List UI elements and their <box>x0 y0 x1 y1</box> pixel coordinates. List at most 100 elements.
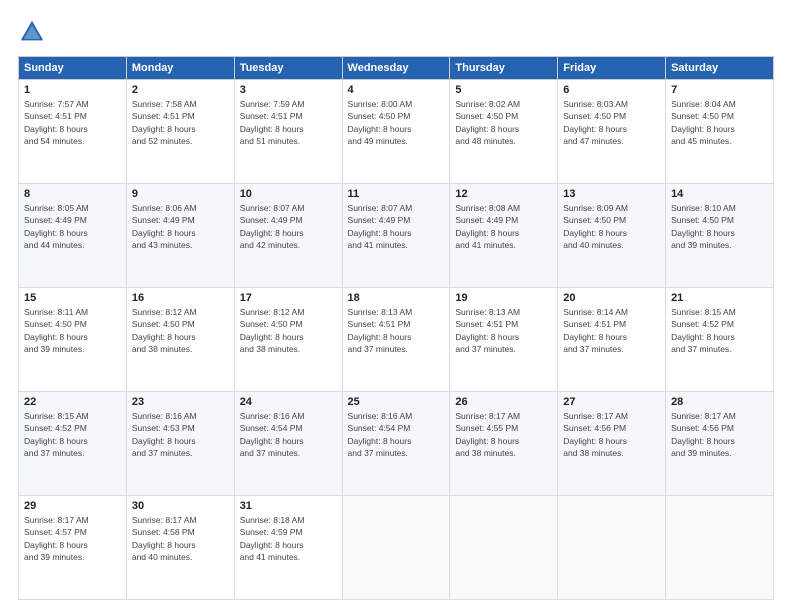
day-cell: 28Sunrise: 8:17 AM Sunset: 4:56 PM Dayli… <box>666 392 774 496</box>
calendar-table: SundayMondayTuesdayWednesdayThursdayFrid… <box>18 56 774 600</box>
day-cell: 6 Sunrise: 8:03 AM Sunset: 4:50 PM Daylig… <box>558 80 666 184</box>
day-info: Sunrise: 8:00 AM Sunset: 4:50 PM Dayligh… <box>348 98 445 147</box>
day-info: Sunrise: 7:59 AM Sunset: 4:51 PM Dayligh… <box>240 98 337 147</box>
day-info: Sunrise: 8:07 AM Sunset: 4:49 PM Dayligh… <box>348 202 445 251</box>
day-number: 16 <box>132 292 229 304</box>
day-cell: 23Sunrise: 8:16 AM Sunset: 4:53 PM Dayli… <box>126 392 234 496</box>
day-cell: 3 Sunrise: 7:59 AM Sunset: 4:51 PM Daylig… <box>234 80 342 184</box>
day-number: 27 <box>563 396 660 408</box>
day-info: Sunrise: 8:05 AM Sunset: 4:49 PM Dayligh… <box>24 202 121 251</box>
day-cell: 22 Sunrise: 8:15 AM Sunset: 4:52 PM Dayli… <box>19 392 127 496</box>
day-cell: 26 Sunrise: 8:17 AM Sunset: 4:55 PM Dayli… <box>450 392 558 496</box>
week-row-3: 15 Sunrise: 8:11 AM Sunset: 4:50 PM Dayli… <box>19 288 774 392</box>
day-info: Sunrise: 8:16 AM Sunset: 4:54 PM Dayligh… <box>240 410 337 459</box>
header-cell-saturday: Saturday <box>666 57 774 80</box>
week-row-4: 22 Sunrise: 8:15 AM Sunset: 4:52 PM Dayli… <box>19 392 774 496</box>
day-cell: 9Sunrise: 8:06 AM Sunset: 4:49 PM Daylig… <box>126 184 234 288</box>
day-number: 3 <box>240 84 337 96</box>
day-number: 1 <box>24 84 121 96</box>
day-number: 13 <box>563 188 660 200</box>
day-number: 10 <box>240 188 337 200</box>
header-cell-wednesday: Wednesday <box>342 57 450 80</box>
week-row-2: 8Sunrise: 8:05 AM Sunset: 4:49 PM Daylig… <box>19 184 774 288</box>
day-info: Sunrise: 8:15 AM Sunset: 4:52 PM Dayligh… <box>24 410 121 459</box>
day-number: 17 <box>240 292 337 304</box>
header-cell-friday: Friday <box>558 57 666 80</box>
week-row-5: 29 Sunrise: 8:17 AM Sunset: 4:57 PM Dayli… <box>19 496 774 600</box>
logo <box>18 18 50 46</box>
day-cell: 18 Sunrise: 8:13 AM Sunset: 4:51 PM Dayli… <box>342 288 450 392</box>
day-cell: 10 Sunrise: 8:07 AM Sunset: 4:49 PM Dayli… <box>234 184 342 288</box>
header-cell-monday: Monday <box>126 57 234 80</box>
day-info: Sunrise: 8:17 AM Sunset: 4:55 PM Dayligh… <box>455 410 552 459</box>
day-info: Sunrise: 8:09 AM Sunset: 4:50 PM Dayligh… <box>563 202 660 251</box>
header <box>18 18 774 46</box>
day-cell: 12 Sunrise: 8:08 AM Sunset: 4:49 PM Dayli… <box>450 184 558 288</box>
logo-icon <box>18 18 46 46</box>
day-cell: 31Sunrise: 8:18 AM Sunset: 4:59 PM Dayli… <box>234 496 342 600</box>
day-info: Sunrise: 8:16 AM Sunset: 4:54 PM Dayligh… <box>348 410 445 459</box>
day-info: Sunrise: 8:04 AM Sunset: 4:50 PM Dayligh… <box>671 98 768 147</box>
day-cell: 16 Sunrise: 8:12 AM Sunset: 4:50 PM Dayli… <box>126 288 234 392</box>
day-cell: 24Sunrise: 8:16 AM Sunset: 4:54 PM Dayli… <box>234 392 342 496</box>
day-info: Sunrise: 8:18 AM Sunset: 4:59 PM Dayligh… <box>240 514 337 563</box>
day-cell: 25 Sunrise: 8:16 AM Sunset: 4:54 PM Dayli… <box>342 392 450 496</box>
day-info: Sunrise: 8:17 AM Sunset: 4:57 PM Dayligh… <box>24 514 121 563</box>
week-row-1: 1 Sunrise: 7:57 AM Sunset: 4:51 PM Daylig… <box>19 80 774 184</box>
day-cell: 17 Sunrise: 8:12 AM Sunset: 4:50 PM Dayli… <box>234 288 342 392</box>
day-number: 22 <box>24 396 121 408</box>
day-number: 26 <box>455 396 552 408</box>
day-number: 25 <box>348 396 445 408</box>
day-number: 5 <box>455 84 552 96</box>
header-cell-sunday: Sunday <box>19 57 127 80</box>
header-cell-tuesday: Tuesday <box>234 57 342 80</box>
day-info: Sunrise: 8:07 AM Sunset: 4:49 PM Dayligh… <box>240 202 337 251</box>
day-cell <box>666 496 774 600</box>
day-cell <box>342 496 450 600</box>
day-number: 28 <box>671 396 768 408</box>
day-number: 6 <box>563 84 660 96</box>
day-number: 15 <box>24 292 121 304</box>
day-cell: 21Sunrise: 8:15 AM Sunset: 4:52 PM Dayli… <box>666 288 774 392</box>
day-info: Sunrise: 8:13 AM Sunset: 4:51 PM Dayligh… <box>455 306 552 355</box>
day-number: 9 <box>132 188 229 200</box>
day-number: 29 <box>24 500 121 512</box>
day-cell: 11 Sunrise: 8:07 AM Sunset: 4:49 PM Dayli… <box>342 184 450 288</box>
day-cell: 13 Sunrise: 8:09 AM Sunset: 4:50 PM Dayli… <box>558 184 666 288</box>
day-info: Sunrise: 7:57 AM Sunset: 4:51 PM Dayligh… <box>24 98 121 147</box>
day-info: Sunrise: 8:12 AM Sunset: 4:50 PM Dayligh… <box>240 306 337 355</box>
day-number: 21 <box>671 292 768 304</box>
day-number: 14 <box>671 188 768 200</box>
day-cell: 20 Sunrise: 8:14 AM Sunset: 4:51 PM Dayli… <box>558 288 666 392</box>
day-info: Sunrise: 8:08 AM Sunset: 4:49 PM Dayligh… <box>455 202 552 251</box>
page: SundayMondayTuesdayWednesdayThursdayFrid… <box>0 0 792 612</box>
day-cell: 5Sunrise: 8:02 AM Sunset: 4:50 PM Daylig… <box>450 80 558 184</box>
day-info: Sunrise: 8:14 AM Sunset: 4:51 PM Dayligh… <box>563 306 660 355</box>
day-info: Sunrise: 8:11 AM Sunset: 4:50 PM Dayligh… <box>24 306 121 355</box>
day-cell: 2Sunrise: 7:58 AM Sunset: 4:51 PM Daylig… <box>126 80 234 184</box>
day-cell <box>450 496 558 600</box>
day-info: Sunrise: 8:16 AM Sunset: 4:53 PM Dayligh… <box>132 410 229 459</box>
day-number: 11 <box>348 188 445 200</box>
day-cell: 8Sunrise: 8:05 AM Sunset: 4:49 PM Daylig… <box>19 184 127 288</box>
day-number: 19 <box>455 292 552 304</box>
day-info: Sunrise: 8:12 AM Sunset: 4:50 PM Dayligh… <box>132 306 229 355</box>
day-number: 12 <box>455 188 552 200</box>
day-number: 20 <box>563 292 660 304</box>
header-cell-thursday: Thursday <box>450 57 558 80</box>
header-row: SundayMondayTuesdayWednesdayThursdayFrid… <box>19 57 774 80</box>
day-cell <box>558 496 666 600</box>
day-info: Sunrise: 8:17 AM Sunset: 4:58 PM Dayligh… <box>132 514 229 563</box>
day-info: Sunrise: 8:13 AM Sunset: 4:51 PM Dayligh… <box>348 306 445 355</box>
day-number: 2 <box>132 84 229 96</box>
day-info: Sunrise: 8:17 AM Sunset: 4:56 PM Dayligh… <box>563 410 660 459</box>
day-cell: 15 Sunrise: 8:11 AM Sunset: 4:50 PM Dayli… <box>19 288 127 392</box>
day-cell: 1 Sunrise: 7:57 AM Sunset: 4:51 PM Daylig… <box>19 80 127 184</box>
day-cell: 7Sunrise: 8:04 AM Sunset: 4:50 PM Daylig… <box>666 80 774 184</box>
day-number: 18 <box>348 292 445 304</box>
day-cell: 14 Sunrise: 8:10 AM Sunset: 4:50 PM Dayli… <box>666 184 774 288</box>
day-cell: 29 Sunrise: 8:17 AM Sunset: 4:57 PM Dayli… <box>19 496 127 600</box>
day-info: Sunrise: 8:10 AM Sunset: 4:50 PM Dayligh… <box>671 202 768 251</box>
day-info: Sunrise: 8:03 AM Sunset: 4:50 PM Dayligh… <box>563 98 660 147</box>
day-cell: 19 Sunrise: 8:13 AM Sunset: 4:51 PM Dayli… <box>450 288 558 392</box>
